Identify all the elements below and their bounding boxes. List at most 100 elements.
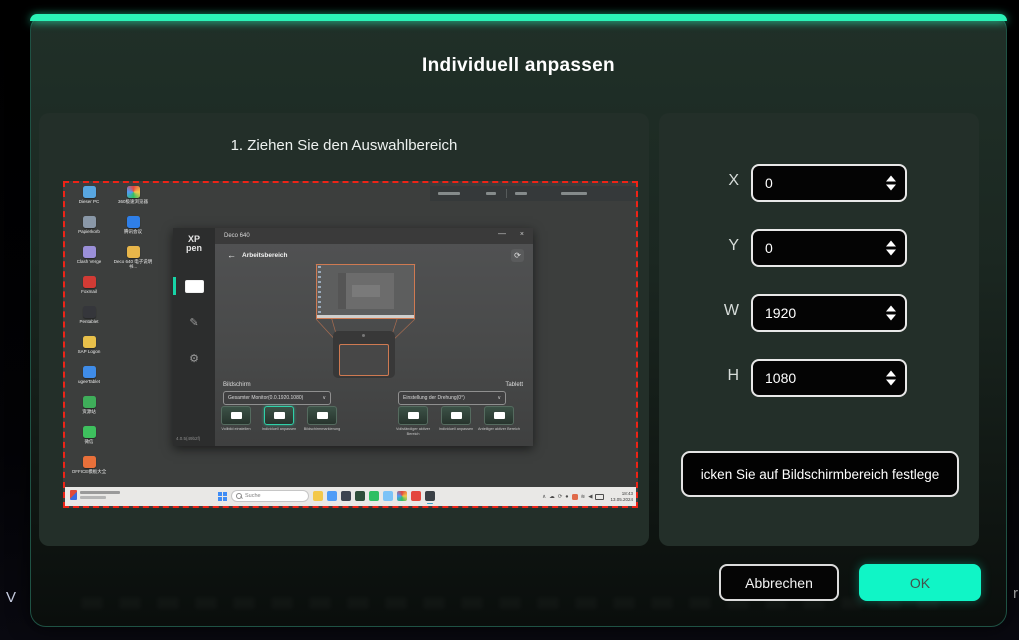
h-input[interactable]: 1080 bbox=[751, 359, 907, 397]
desktop-icon-label: Foxmail bbox=[81, 289, 97, 294]
tablet-mode-button bbox=[484, 406, 514, 425]
desktop-icon: Deco 640 电子说明书... bbox=[113, 246, 153, 270]
wifi-icon: ≋ bbox=[580, 493, 586, 500]
background-text-fragment-left: V bbox=[6, 589, 17, 606]
taskbar-center: Suche bbox=[218, 490, 435, 504]
coordinate-row: W 1920 bbox=[659, 294, 979, 332]
refresh-icon: ⟳ bbox=[511, 249, 524, 262]
mini-desktop-icons bbox=[318, 266, 321, 314]
desktop-icon: Dieser PC bbox=[69, 186, 109, 204]
driver-version: 4.0.5(49b2f) bbox=[176, 436, 201, 441]
search-icon bbox=[236, 493, 242, 499]
stepper-up-icon[interactable] bbox=[886, 175, 896, 182]
y-value: 0 bbox=[765, 240, 773, 256]
desktop-icon-glyph bbox=[82, 276, 96, 288]
desktop-icon: SAP Logon bbox=[69, 336, 109, 354]
desktop-icon: Papierkorb bbox=[69, 216, 109, 234]
desktop-icon-label: Pentablet bbox=[79, 319, 99, 324]
driver-nav: ✎ ⚙ bbox=[173, 268, 215, 376]
desktop-icon: 360极速浏览器 bbox=[113, 186, 153, 204]
stepper-up-icon[interactable] bbox=[886, 305, 896, 312]
stepper-down-icon[interactable] bbox=[886, 379, 896, 386]
desktop-icon-label: Clash Verge bbox=[76, 259, 102, 264]
toolbar-text-blur bbox=[515, 192, 527, 195]
desktop-icon-glyph bbox=[126, 246, 140, 258]
w-input[interactable]: 1920 bbox=[751, 294, 907, 332]
screen-selection-area[interactable]: Dieser PC 360极速浏览器 Papierkorb 腾讯会议 Clash Ver… bbox=[63, 181, 638, 508]
y-input[interactable]: 0 bbox=[751, 229, 907, 267]
stepper-down-icon[interactable] bbox=[886, 314, 896, 321]
desktop-icon-label: 360极速浏览器 bbox=[117, 199, 148, 204]
toolbar-text-blur bbox=[438, 192, 460, 195]
desktop-icon: Foxmail bbox=[69, 276, 109, 294]
battery-icon bbox=[595, 493, 605, 500]
stepper-arrows[interactable] bbox=[886, 175, 896, 191]
set-screen-area-button[interactable]: icken Sie auf Bildschirmbereich festlege bbox=[681, 451, 959, 497]
tablet-workspace-icon bbox=[173, 268, 215, 304]
stepper-up-icon[interactable] bbox=[886, 370, 896, 377]
stepper-arrows[interactable] bbox=[886, 370, 896, 386]
h-value: 1080 bbox=[765, 370, 797, 386]
chevron-down-icon: ∨ bbox=[322, 395, 326, 401]
screen-section-label: Bildschirm bbox=[223, 382, 251, 388]
desktop-icon-glyph bbox=[126, 216, 140, 228]
taskbar-search: Suche bbox=[231, 490, 309, 502]
gear-icon: ⚙ bbox=[189, 352, 199, 365]
screen-glyph bbox=[316, 412, 328, 419]
taskbar-app-icon bbox=[355, 491, 365, 501]
xppen-logo: XP pen bbox=[185, 234, 202, 253]
cancel-button[interactable]: Abbrechen bbox=[719, 564, 839, 601]
desktop-icon-label: ugeeTablet bbox=[77, 379, 101, 384]
stepper-down-icon[interactable] bbox=[886, 249, 896, 256]
desktop-icon-glyph bbox=[82, 396, 96, 408]
stepper-up-icon[interactable] bbox=[886, 240, 896, 247]
windows-start-icon bbox=[218, 491, 227, 501]
desktop-icon-label: Dieser PC bbox=[78, 199, 100, 204]
desktop-icon-glyph bbox=[82, 336, 96, 348]
taskbar-apps bbox=[313, 491, 435, 504]
stepper-arrows[interactable] bbox=[886, 240, 896, 256]
xppen-driver-window: XP pen ✎ ⚙ 4.0.5(49b2f) Deco 640 — × ← A… bbox=[173, 228, 533, 446]
news-widget bbox=[70, 490, 120, 500]
driver-window-title: Deco 640 bbox=[224, 233, 250, 239]
taskbar-clock: 18:43 13.05.2024 bbox=[610, 490, 633, 502]
desktop-icon-glyph bbox=[82, 186, 96, 198]
dialog-title: Individuell anpassen bbox=[422, 55, 615, 76]
x-value: 0 bbox=[765, 175, 773, 191]
desktop-icon: OFFICE模板大全 bbox=[69, 456, 109, 474]
desktop-icon-glyph bbox=[82, 366, 96, 378]
desktop-icon-label: 微信 bbox=[84, 439, 94, 444]
taskbar-app-icon bbox=[411, 491, 421, 501]
background-text-fragment-right: r bbox=[1013, 585, 1018, 602]
windows-taskbar: Suche ∧ ☁ ⟳ ● ≋ ◀ 18:43 13.05.2024 bbox=[65, 487, 636, 506]
stepper-arrows[interactable] bbox=[886, 305, 896, 321]
sync-icon: ⟳ bbox=[557, 493, 563, 500]
x-field-label: X bbox=[728, 172, 739, 189]
taskbar-app-icon bbox=[341, 491, 351, 501]
taskbar-app-icon bbox=[327, 491, 337, 501]
mini-driver-window bbox=[338, 273, 394, 309]
ok-button[interactable]: OK bbox=[859, 564, 981, 601]
desktop-icon-glyph bbox=[82, 306, 96, 318]
monitor-mapping-preview bbox=[316, 264, 415, 319]
screen-glyph bbox=[493, 412, 505, 419]
screen-mode-button bbox=[264, 406, 294, 425]
workspace-title: Arbeitsbereich bbox=[242, 252, 288, 259]
coordinate-row: X0 bbox=[659, 164, 979, 202]
desktop-icon: 微信 bbox=[69, 426, 109, 444]
toolbar-icons-blur bbox=[561, 192, 587, 195]
w-field-label: W bbox=[723, 302, 739, 319]
tablet-mode-button bbox=[441, 406, 471, 425]
coordinates-panel: X 0 Y 0 W 1920 H 1080 icken Sie auf Bildschirmb… bbox=[659, 113, 979, 546]
screen-mode-button-label: Individuell anpassen bbox=[261, 427, 297, 431]
x-input[interactable]: 0 bbox=[751, 164, 907, 202]
desktop-icon: 资源站 bbox=[69, 396, 109, 414]
back-arrow-icon: ← bbox=[227, 250, 236, 260]
screen-glyph bbox=[273, 412, 285, 419]
screen-glyph bbox=[450, 412, 462, 419]
news-icon bbox=[70, 490, 77, 500]
selection-preview-panel: 1. Ziehen Sie den Auswahlbereich Dieser … bbox=[39, 113, 649, 546]
desktop-icon-label: OFFICE模板大全 bbox=[71, 469, 107, 474]
stepper-down-icon[interactable] bbox=[886, 184, 896, 191]
mini-taskbar bbox=[317, 315, 414, 318]
